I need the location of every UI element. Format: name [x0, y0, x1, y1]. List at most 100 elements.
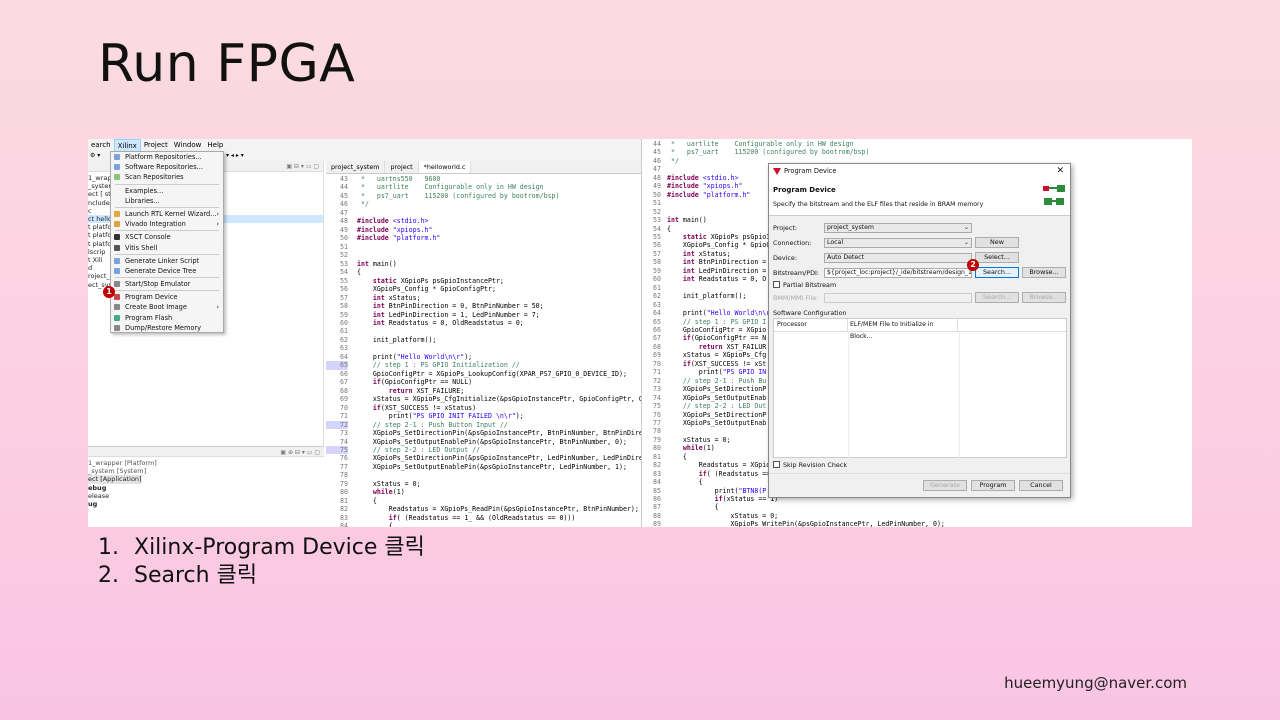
browse-bmm-button[interactable]: Browse... — [1022, 292, 1066, 303]
tab-project[interactable]: project — [385, 161, 419, 173]
bmm-field[interactable] — [824, 293, 972, 303]
menu-divider — [115, 230, 219, 232]
chevron-down-icon: ⌄ — [963, 224, 969, 231]
menu-divider — [115, 253, 219, 255]
menu-item-xsct-console[interactable]: XSCT Console — [111, 232, 223, 242]
tree-item[interactable]: elease — [88, 492, 324, 500]
step-number: 1. — [98, 535, 119, 560]
cancel-button[interactable]: Cancel — [1019, 480, 1063, 491]
partial-bitstream-checkbox[interactable] — [773, 281, 780, 288]
tree-item[interactable]: ug — [88, 500, 324, 508]
connection-select[interactable]: Local ⌄ — [824, 238, 972, 248]
browse-bitstream-button[interactable]: Browse... — [1022, 267, 1066, 278]
menu-item-examples[interactable]: Examples... — [111, 186, 223, 196]
close-icon[interactable]: ✕ — [1056, 164, 1064, 179]
emulator-icon — [114, 281, 120, 288]
boot-icon — [114, 304, 120, 311]
code-editor[interactable]: project_system project *helloworld.c 43 … — [326, 161, 641, 527]
col-processor: Processor — [774, 319, 848, 331]
generate-button[interactable]: Generate — [923, 480, 967, 491]
scan-icon — [114, 174, 120, 181]
repo-icon — [114, 154, 120, 160]
step-text: Xilinx-Program Device 클릭 — [134, 535, 425, 560]
search-bitstream-button[interactable]: Search... — [975, 267, 1019, 278]
table-header: Processor ELF/MEM File to Initialize in … — [774, 319, 1066, 340]
step-list: 1. Xilinx-Program Device 클릭 2. Search 클릭 — [98, 534, 425, 590]
step-text: Search 클릭 — [134, 563, 258, 588]
dialog-divider — [769, 473, 1070, 474]
search-bmm-button[interactable]: Search... — [975, 292, 1019, 303]
step-badge-1: 1 — [103, 286, 115, 298]
menu-item-vitis-shell[interactable]: Vitis Shell — [111, 243, 223, 253]
chevron-right-icon: › — [216, 209, 219, 218]
new-connection-button[interactable]: New — [975, 237, 1019, 248]
program-device-dialog: Program Device ✕ Program Device Specify … — [768, 163, 1071, 498]
dialog-heading: Program Device — [773, 186, 836, 194]
menu-item-start-stop-emulator[interactable]: Start/Stop Emulator — [111, 279, 223, 289]
assistant-tree: 1_wrapper [Platform] _system [System] ec… — [88, 457, 324, 508]
memory-icon — [114, 324, 120, 331]
dialog-titlebar: Program Device ✕ — [769, 164, 1070, 179]
menu-divider — [115, 277, 219, 279]
tree-item[interactable]: 1_wrapper [Platform] — [88, 459, 324, 467]
list-item: 1. Xilinx-Program Device 클릭 — [98, 534, 425, 562]
chevron-down-icon: ⌄ — [963, 239, 969, 246]
menu-item-program-device[interactable]: Program Device — [111, 292, 223, 302]
program-device-icon — [1043, 185, 1065, 205]
menu-item-generate-linker-script[interactable]: Generate Linker Script — [111, 256, 223, 266]
table-col-divider — [848, 332, 849, 458]
skip-revision-checkbox[interactable] — [773, 461, 780, 468]
skip-revision-label: Skip Revision Check — [783, 461, 848, 469]
device-label: Device: — [773, 254, 798, 262]
device-field[interactable]: Auto Detect — [824, 253, 972, 263]
menu-item-generate-device-tree[interactable]: Generate Device Tree — [111, 266, 223, 276]
software-config-table[interactable]: Processor ELF/MEM File to Initialize in … — [773, 318, 1067, 458]
linker-icon — [114, 257, 120, 264]
menu-item-launch-rtl-kernel-wizard[interactable]: Launch RTL Kernel Wizard... › — [111, 209, 223, 219]
step-number: 2. — [98, 563, 119, 588]
program-button[interactable]: Program — [971, 480, 1015, 491]
table-col-divider — [959, 332, 960, 458]
menu-item-scan-repositories[interactable]: Scan Repositories — [111, 172, 223, 182]
select-device-button[interactable]: Select... — [975, 252, 1019, 263]
connection-label: Connection: — [773, 239, 812, 247]
repo-icon — [114, 164, 120, 171]
xilinx-logo-icon — [773, 168, 781, 175]
wizard-icon — [114, 210, 120, 217]
screenshot-area: earch Xilinx Project Window Help ⚙ ▾ ▾ ◂… — [88, 139, 1192, 527]
menu-item-dump-restore-memory[interactable]: Dump/Restore Memory — [111, 323, 223, 333]
menu-item-platform-repositories[interactable]: Platform Repositories... — [111, 152, 223, 162]
menu-divider — [115, 290, 219, 292]
tree-item[interactable]: _system [System] — [88, 467, 324, 475]
toolbar-icons[interactable]: ▾ ◂ ▸ ▾ — [226, 152, 244, 159]
assistant-toolbar: ▣ ⊕ ⊟ ▾ ▭ ▢ — [88, 447, 324, 457]
menu-item-software-repositories[interactable]: Software Repositories... — [111, 162, 223, 172]
menu-item-program-flash[interactable]: Program Flash — [111, 313, 223, 323]
chevron-right-icon: › — [216, 303, 219, 312]
author-email: hueemyung@naver.com — [1004, 674, 1187, 692]
assistant-panel: ▣ ⊕ ⊟ ▾ ▭ ▢ 1_wrapper [Platform] _system… — [88, 446, 324, 527]
bmm-label: BMM/MMI File: — [773, 294, 819, 302]
dialog-description: Specify the bitstream and the ELF files … — [773, 201, 984, 208]
menu-divider — [115, 206, 219, 208]
menu-item-create-boot-image[interactable]: Create Boot Image › — [111, 302, 223, 312]
dialog-header: Program Device Specify the bitstream and… — [769, 179, 1070, 216]
slide-title: Run FPGA — [98, 34, 356, 94]
bitstream-field[interactable]: ${project_loc:project}/_ide/bitstream/de… — [824, 268, 972, 278]
list-item: 2. Search 클릭 — [98, 562, 425, 590]
shell-icon — [114, 244, 120, 251]
xilinx-menu: Platform Repositories... Software Reposi… — [110, 151, 224, 333]
tree-item[interactable]: ebug — [88, 484, 324, 492]
menu-item-libraries[interactable]: Libraries... — [111, 196, 223, 206]
menu-item-vivado-integration[interactable]: Vivado Integration › — [111, 219, 223, 229]
gear-icon[interactable]: ⚙ ▾ — [88, 152, 100, 159]
tree-item[interactable]: ect [Application] — [88, 475, 142, 484]
tab-helloworld[interactable]: *helloworld.c — [418, 161, 472, 173]
project-select[interactable]: project_system ⌄ — [824, 223, 972, 233]
partial-bitstream-label: Partial Bitstream — [783, 281, 837, 289]
console-icon — [114, 234, 120, 241]
tab-project-system[interactable]: project_system — [326, 161, 386, 173]
program-icon — [114, 294, 120, 301]
project-label: Project: — [773, 224, 798, 232]
vivado-icon — [114, 221, 120, 228]
